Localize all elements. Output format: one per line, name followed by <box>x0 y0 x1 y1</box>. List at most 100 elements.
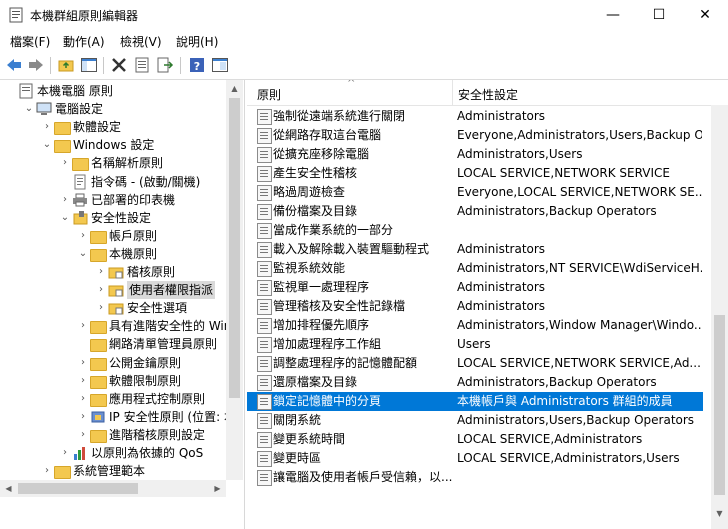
tree-item-label: 安全性選項 <box>127 301 188 316</box>
policy-row[interactable]: 調整處理程序的記憶體配額 LOCAL SERVICE,NETWORK SERVIC… <box>247 354 703 373</box>
tree-item[interactable]: › 軟體限制原則 <box>0 372 226 390</box>
tree-item[interactable]: › 具有進階安全性的 Wind <box>0 317 239 335</box>
tree-item[interactable]: ⌄ Windows 設定 <box>0 136 226 154</box>
policy-row[interactable]: 關閉系統 Administrators,Users,Backup Operator… <box>247 411 703 430</box>
policy-name: 關閉系統 <box>273 413 322 427</box>
chevron-right-icon[interactable]: › <box>96 299 106 317</box>
close-button[interactable]: ✕ <box>682 0 728 30</box>
policy-row[interactable]: 備份檔案及目錄 Administrators,Backup Operators <box>247 202 703 221</box>
security-setting-value: Users <box>457 337 491 351</box>
tree-item[interactable]: 指令碼 - (啟動/關機) <box>0 173 226 191</box>
tree-item[interactable]: › 應用程式控制原則 <box>0 390 226 408</box>
policy-row[interactable]: 變更時區 LOCAL SERVICE,Administrators,Users <box>247 449 703 468</box>
tree-item[interactable]: › 已部署的印表機 <box>0 191 226 209</box>
policy-row[interactable]: 監視系統效能 Administrators,NT SERVICE\WdiServi… <box>247 259 703 278</box>
chevron-right-icon[interactable]: › <box>78 408 88 426</box>
security-setting-value: LOCAL SERVICE,Administrators,Users <box>457 451 680 465</box>
show-hide-tree-icon[interactable] <box>80 56 98 74</box>
menu-file[interactable]: 檔案(F) <box>10 33 50 50</box>
export-list-icon[interactable] <box>156 56 174 74</box>
policy-row[interactable]: 還原檔案及目錄 Administrators,Backup Operators <box>247 373 703 392</box>
policy-row[interactable]: 載入及解除載入裝置驅動程式 Administrators <box>247 240 703 259</box>
up-folder-icon[interactable] <box>57 56 75 74</box>
scroll-up-arrow-icon[interactable]: ▲ <box>226 80 243 97</box>
chevron-right-icon[interactable]: › <box>78 227 88 245</box>
security-setting-value: Administrators,Users,Backup Operators <box>457 413 695 427</box>
menu-help[interactable]: 說明(H) <box>176 33 218 50</box>
chevron-down-icon[interactable]: ⌄ <box>24 100 34 118</box>
tree-vertical-scrollbar[interactable]: ▲ <box>226 80 243 480</box>
tree-item[interactable]: › 稽核原則 <box>0 263 226 281</box>
delete-icon[interactable] <box>110 56 128 74</box>
tree-item[interactable]: › 軟體設定 <box>0 118 226 136</box>
policy-row[interactable]: 從網路存取這台電腦 Everyone,Administrators,Users,B… <box>247 126 703 145</box>
tree-item[interactable]: › IP 安全性原則 (位置: 本 <box>0 408 236 426</box>
policy-row[interactable]: 增加排程優先順序 Administrators,Window Manager\Wi… <box>247 316 703 335</box>
policy-row[interactable]: 當成作業系統的一部分 <box>247 221 703 240</box>
scroll-left-arrow-icon[interactable]: ◀ <box>0 480 17 497</box>
tree-item[interactable]: › 公開金鑰原則 <box>0 354 226 372</box>
chevron-down-icon[interactable]: ⌄ <box>78 245 88 263</box>
tree-item[interactable]: 網路清單管理員原則 <box>0 335 226 353</box>
folder-icon <box>90 427 107 443</box>
chevron-right-icon[interactable]: › <box>78 390 88 408</box>
help-icon[interactable]: ? <box>188 56 206 74</box>
policy-icon <box>257 337 272 353</box>
maximize-button[interactable]: ☐ <box>636 0 682 30</box>
chevron-down-icon[interactable]: ⌄ <box>60 209 70 227</box>
tree-horizontal-scrollbar[interactable]: ◀ ▶ <box>0 480 226 497</box>
tree-item[interactable]: › 安全性選項 <box>0 299 226 317</box>
tree-item-label: 應用程式控制原則 <box>109 391 206 406</box>
chevron-right-icon[interactable]: › <box>60 191 70 209</box>
policy-icon <box>257 375 272 391</box>
tree-hscroll-thumb[interactable] <box>18 483 138 494</box>
view-icon[interactable] <box>211 56 229 74</box>
policy-row[interactable]: 監視單一處理程序 Administrators <box>247 278 703 297</box>
tree-item[interactable]: ⌄ 安全性設定 <box>0 209 226 227</box>
menu-view[interactable]: 檢視(V) <box>120 33 162 50</box>
scroll-right-arrow-icon[interactable]: ▶ <box>209 480 226 497</box>
chevron-right-icon[interactable]: › <box>42 462 52 480</box>
tree-item[interactable]: › 以原則為依據的 QoS <box>0 444 226 462</box>
policy-row[interactable]: 鎖定記憶體中的分頁 本機帳戶與 Administrators 群組的成員 <box>247 392 703 411</box>
chevron-right-icon[interactable]: › <box>96 281 106 299</box>
list-scrollbar-thumb[interactable] <box>714 315 725 495</box>
chevron-down-icon[interactable]: ⌄ <box>42 136 52 154</box>
chevron-right-icon[interactable]: › <box>42 118 52 136</box>
chevron-right-icon[interactable]: › <box>78 317 88 335</box>
chevron-right-icon[interactable]: › <box>78 426 88 444</box>
properties-icon[interactable] <box>133 56 151 74</box>
tree-item[interactable]: ⌄ 電腦設定 <box>0 100 226 118</box>
policy-row[interactable]: 增加處理程序工作組 Users <box>247 335 703 354</box>
list-vertical-scrollbar[interactable]: ▼ <box>711 105 728 529</box>
chevron-right-icon[interactable]: › <box>60 154 70 172</box>
tree-item[interactable]: › 系統管理範本 <box>0 462 226 480</box>
column-header-policy[interactable]: 原則 <box>257 86 281 103</box>
policy-row[interactable]: 從擴充座移除電腦 Administrators,Users <box>247 145 703 164</box>
policy-row[interactable]: 產生安全性稽核 LOCAL SERVICE,NETWORK SERVICE <box>247 164 703 183</box>
column-divider[interactable] <box>452 80 453 105</box>
tree-item[interactable]: › 名稱解析原則 <box>0 154 226 172</box>
policy-row[interactable]: 讓電腦及使用者帳戶受信賴，以... <box>247 468 703 487</box>
chevron-right-icon[interactable]: › <box>78 372 88 390</box>
chevron-right-icon[interactable]: › <box>78 354 88 372</box>
chevron-right-icon[interactable]: › <box>96 263 106 281</box>
tree-scrollbar-thumb[interactable] <box>229 98 240 398</box>
back-icon[interactable] <box>5 56 23 74</box>
policy-row[interactable]: 略過周遊檢查 Everyone,LOCAL SERVICE,NETWORK SE.… <box>247 183 703 202</box>
chevron-right-icon[interactable]: › <box>60 444 70 462</box>
tree-item[interactable]: › 進階稽核原則設定 <box>0 426 226 444</box>
column-header-security-setting[interactable]: 安全性設定 <box>458 86 518 103</box>
tree-item[interactable]: › 使用者權限指派 <box>0 281 226 300</box>
tree-item[interactable]: ⌄ 本機原則 <box>0 245 226 263</box>
toolbar-separator <box>180 57 181 74</box>
policy-row[interactable]: 變更系統時間 LOCAL SERVICE,Administrators <box>247 430 703 449</box>
tree-item[interactable]: 本機電腦 原則 <box>0 82 226 100</box>
scroll-down-arrow-icon[interactable]: ▼ <box>711 505 728 522</box>
menu-action[interactable]: 動作(A) <box>63 33 105 50</box>
policy-row[interactable]: 強制從遠端系統進行關閉 Administrators <box>247 107 703 126</box>
forward-icon[interactable] <box>27 56 45 74</box>
minimize-button[interactable]: — <box>590 0 636 30</box>
tree-item[interactable]: › 帳戶原則 <box>0 227 226 245</box>
policy-row[interactable]: 管理稽核及安全性記錄檔 Administrators <box>247 297 703 316</box>
